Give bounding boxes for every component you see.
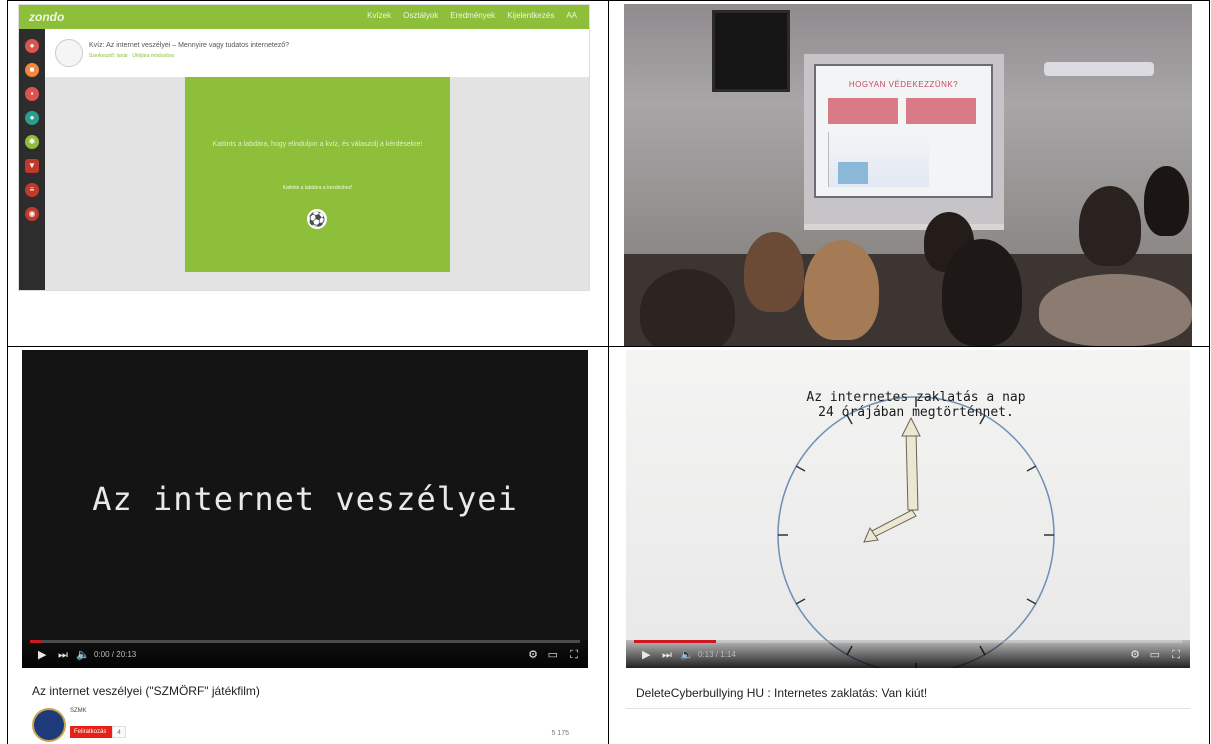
quiz-header: Kvíz: Az internet veszélyei – Mennyire v… — [45, 29, 589, 78]
nav-item-classes[interactable]: Osztályok — [403, 11, 438, 20]
settings-icon[interactable]: ◉ — [25, 207, 39, 221]
subscribe-label[interactable]: Feliratkozás — [70, 726, 113, 738]
play-icon[interactable]: ▶ — [38, 649, 46, 661]
student-head — [640, 269, 735, 346]
lock-icon[interactable]: ▪ — [25, 87, 39, 101]
player-controls: ▶ ⏭ 🔈 0:13 / 1:14 ⚙ ▭ ⛶ — [626, 640, 1190, 668]
table-column-divider — [608, 0, 609, 744]
clock-minute-arrow — [901, 416, 921, 437]
video-caption: Az internetes zaklatás a nap 24 órájában… — [626, 390, 1190, 420]
progress-fill — [30, 640, 41, 643]
user-icon[interactable]: ● — [25, 39, 39, 53]
video-player-1[interactable]: Az internet veszélyei ▶ ⏭ 🔈 0:00 / 20:13… — [22, 350, 588, 668]
progress-bar[interactable] — [634, 640, 1182, 643]
slide-image — [838, 162, 868, 184]
ceiling-lamp — [1044, 62, 1154, 76]
slide-box-right — [906, 98, 976, 124]
video-2-title[interactable]: DeleteCyberbullying HU : Internetes zakl… — [636, 686, 927, 700]
fullscreen-icon[interactable]: ⛶ — [1172, 649, 1180, 661]
view-count: 5 175 — [551, 730, 569, 737]
settings-gear-icon[interactable]: ⚙ — [1130, 649, 1140, 661]
volume-icon[interactable]: 🔈 — [76, 649, 90, 661]
start-hint: Kattints a labdára a kezdéshez! — [282, 185, 353, 191]
flag-icon[interactable]: ▼ — [25, 159, 39, 173]
nav-item-quizzes[interactable]: Kvízek — [367, 11, 391, 20]
quiz-title: Kvíz: Az internet veszélyei – Mennyire v… — [89, 42, 289, 49]
video-1-title[interactable]: Az internet veszélyei ("SZMÖRF" játékfil… — [32, 684, 260, 698]
caption-line-2: 24 órájában megtörténnet. — [818, 405, 1014, 420]
slide-title: HOGYAN VÉDEKEZZÜNK? — [848, 80, 959, 89]
fullscreen-icon[interactable]: ⛶ — [570, 649, 578, 661]
student-head — [1039, 274, 1192, 346]
soccer-icon[interactable]: ✱ — [25, 135, 39, 149]
clock-hour-hand — [867, 509, 917, 539]
quiz-question: Kattints a labdára, hogy elinduljon a kv… — [212, 141, 423, 148]
clock-minute-hand — [905, 431, 919, 511]
slide-box-left — [828, 98, 898, 124]
top-nav: Kvízek Osztályok Eredmények Kijelentkezé… — [367, 11, 577, 20]
next-icon[interactable]: ⏭ — [58, 649, 68, 661]
next-icon[interactable]: ⏭ — [662, 649, 672, 661]
student-head — [804, 240, 879, 340]
channel-avatar[interactable] — [32, 708, 66, 742]
play-icon[interactable]: ▶ — [642, 649, 650, 661]
theater-mode-icon[interactable]: ▭ — [548, 649, 558, 661]
soccer-ball-icon[interactable]: ⚽ — [307, 209, 327, 229]
time-display: 0:13 / 1:14 — [698, 650, 736, 659]
zondo-screenshot: zondo Kvízek Osztályok Eredmények Kijele… — [18, 4, 590, 291]
nav-item-results[interactable]: Eredmények — [450, 11, 495, 20]
chart-icon[interactable]: ≡ — [25, 183, 39, 197]
user-initials[interactable]: AA — [566, 11, 577, 20]
quiz-thumbnail — [55, 39, 83, 67]
globe-icon[interactable]: ● — [25, 111, 39, 125]
video-overlay-text: Az internet veszélyei — [92, 480, 518, 518]
settings-gear-icon[interactable]: ⚙ — [528, 649, 538, 661]
progress-bar[interactable] — [30, 640, 580, 643]
player-controls: ▶ ⏭ 🔈 0:00 / 20:13 ⚙ ▭ ⛶ — [22, 640, 588, 668]
time-display: 0:00 / 20:13 — [94, 650, 137, 659]
subscriber-count: 4 — [112, 726, 126, 738]
student-head — [744, 232, 804, 312]
subscribe-button[interactable]: Feliratkozás 4 — [70, 726, 126, 738]
app-topbar: zondo Kvízek Osztályok Eredmények Kijele… — [19, 5, 589, 29]
sidebar: ● ■ ▪ ● ✱ ▼ ≡ ◉ — [19, 29, 45, 290]
theater-mode-icon[interactable]: ▭ — [1150, 649, 1160, 661]
brand-logo[interactable]: zondo — [29, 10, 64, 24]
channel-name[interactable]: SZMK — [70, 708, 87, 714]
progress-fill — [634, 640, 717, 643]
volume-icon[interactable]: 🔈 — [680, 649, 694, 661]
student-head — [1079, 186, 1141, 266]
caption-line-1: Az internetes zaklatás a nap — [806, 390, 1026, 405]
whiteboard-tray — [804, 224, 1004, 230]
wall-tv — [712, 10, 790, 92]
nav-item-logout[interactable]: Kijelentkezés — [507, 11, 554, 20]
student-head — [1144, 166, 1189, 236]
quiz-card: Kattints a labdára, hogy elinduljon a kv… — [185, 77, 450, 272]
quiz-subtitle: Szerkesztő: tanár · Utoljára módosítva — [89, 53, 175, 59]
student-head — [942, 239, 1022, 346]
main-content: Kvíz: Az internet veszélyei – Mennyire v… — [45, 29, 589, 290]
projected-slide: HOGYAN VÉDEKEZZÜNK? — [814, 64, 993, 198]
video-player-2[interactable]: Az internetes zaklatás a nap 24 órájában… — [626, 350, 1190, 668]
chat-icon[interactable]: ■ — [25, 63, 39, 77]
classroom-photo: HOGYAN VÉDEKEZZÜNK? — [624, 4, 1192, 346]
